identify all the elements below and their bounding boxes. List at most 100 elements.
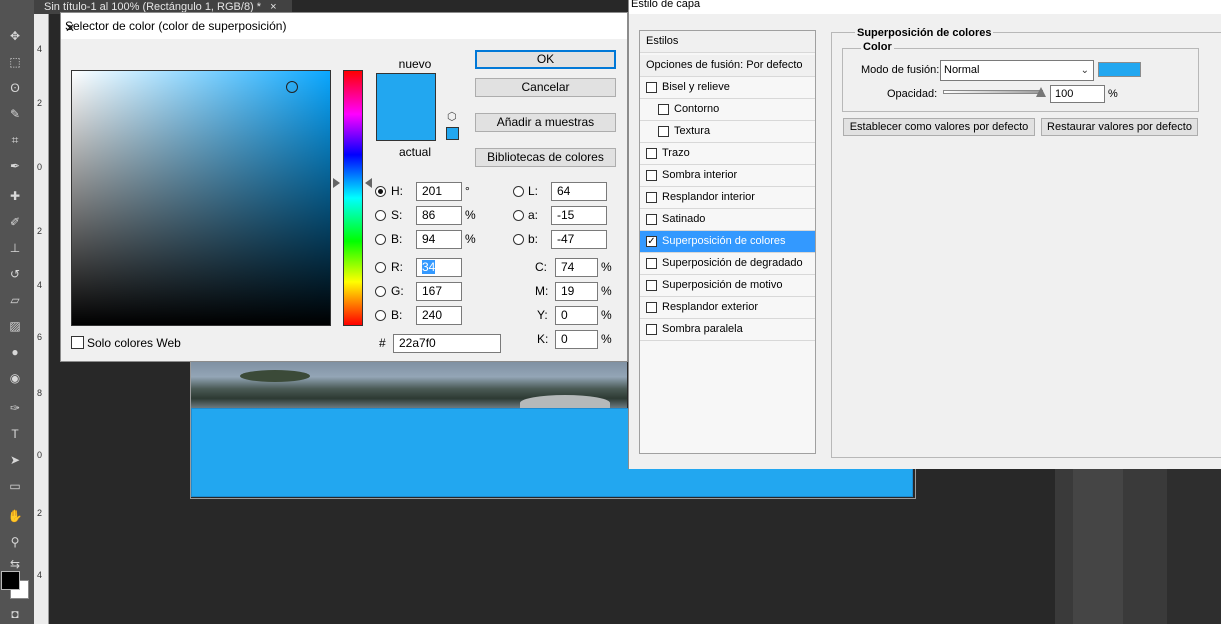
radio-brightness[interactable] [375, 234, 386, 245]
input-c[interactable]: 74 [555, 258, 598, 277]
brush-tool-icon[interactable]: ✐ [4, 212, 26, 232]
set-as-default-button[interactable]: Establecer como valores por defecto [843, 118, 1035, 136]
color-libraries-button[interactable]: Bibliotecas de colores [475, 148, 616, 167]
unit-h: ° [465, 184, 470, 198]
dialog-title: Estilo de capa [631, 0, 701, 10]
hand-tool-icon[interactable]: ✋ [4, 506, 26, 526]
blend-mode-select[interactable]: Normal ⌄ [940, 60, 1094, 81]
style-checkbox[interactable] [658, 126, 669, 137]
radio-l[interactable] [513, 186, 524, 197]
input-y[interactable]: 0 [555, 306, 598, 325]
field-row-hex: # 22a7f0 [379, 334, 504, 354]
style-item[interactable]: Bisel y relieve [640, 77, 815, 99]
saturation-brightness-field[interactable] [71, 70, 331, 326]
color-field-marker[interactable] [286, 81, 298, 93]
input-blue[interactable]: 240 [416, 306, 462, 325]
clone-stamp-tool-icon[interactable]: ⊥ [4, 238, 26, 258]
dodge-tool-icon[interactable]: ◉ [4, 368, 26, 388]
quick-select-tool-icon[interactable]: ✎ [4, 104, 26, 124]
style-item[interactable]: Sombra paralela [640, 319, 815, 341]
input-h[interactable]: 201 [416, 182, 462, 201]
style-item-label: Resplandor interior [662, 191, 755, 203]
style-item[interactable]: Superposición de degradado [640, 253, 815, 275]
style-item[interactable]: Satinado [640, 209, 815, 231]
gradient-tool-icon[interactable]: ▨ [4, 316, 26, 336]
style-checkbox[interactable] [646, 280, 657, 291]
style-checkbox[interactable]: ✓ [646, 236, 657, 247]
history-brush-tool-icon[interactable]: ↺ [4, 264, 26, 284]
lasso-tool-icon[interactable]: ʘ [4, 78, 26, 98]
radio-g[interactable] [375, 286, 386, 297]
input-m[interactable]: 19 [555, 282, 598, 301]
input-lab-b[interactable]: -47 [551, 230, 607, 249]
input-a[interactable]: -15 [551, 206, 607, 225]
style-item[interactable]: Resplandor interior [640, 187, 815, 209]
style-checkbox[interactable] [646, 214, 657, 225]
input-brightness[interactable]: 94 [416, 230, 462, 249]
zoom-tool-icon[interactable]: ⚲ [4, 532, 26, 552]
style-checkbox[interactable] [646, 148, 657, 159]
unit-y: % [601, 308, 612, 322]
input-hex[interactable]: 22a7f0 [393, 334, 501, 353]
style-item[interactable]: Superposición de motivo [640, 275, 815, 297]
cancel-button[interactable]: Cancelar [475, 78, 616, 97]
style-item[interactable]: Trazo [640, 143, 815, 165]
radio-a[interactable] [513, 210, 524, 221]
eyedropper-tool-icon[interactable]: ✒ [4, 156, 26, 176]
hue-slider[interactable] [343, 70, 363, 326]
opacity-slider[interactable] [943, 90, 1043, 94]
input-r-selected-text: 34 [422, 260, 436, 274]
web-safe-swatch-icon[interactable] [446, 127, 459, 140]
path-select-tool-icon[interactable]: ➤ [4, 450, 26, 470]
crop-tool-icon[interactable]: ⌗ [4, 130, 26, 150]
close-icon[interactable]: ✕ [65, 19, 621, 37]
move-tool-icon[interactable]: ✥ [4, 26, 26, 46]
style-checkbox[interactable] [658, 104, 669, 115]
opacity-slider-handle[interactable] [1036, 87, 1046, 97]
blending-options-item[interactable]: Opciones de fusión: Por defecto [640, 55, 815, 77]
overlay-color-swatch[interactable] [1098, 62, 1141, 77]
style-item[interactable]: Resplandor exterior [640, 297, 815, 319]
marquee-tool-icon[interactable]: ⬚ [4, 52, 26, 72]
radio-h[interactable] [375, 186, 386, 197]
quick-mask-icon[interactable]: ◘ [4, 604, 26, 624]
restore-default-button[interactable]: Restaurar valores por defecto [1041, 118, 1198, 136]
opacity-unit: % [1108, 88, 1118, 100]
input-l[interactable]: 64 [551, 182, 607, 201]
web-colors-only-checkbox[interactable] [71, 336, 84, 349]
radio-r[interactable] [375, 262, 386, 273]
input-g[interactable]: 167 [416, 282, 462, 301]
input-s[interactable]: 86 [416, 206, 462, 225]
foreground-color-swatch[interactable] [1, 571, 20, 590]
healing-brush-tool-icon[interactable]: ✚ [4, 186, 26, 206]
radio-s[interactable] [375, 210, 386, 221]
style-item[interactable]: Contorno [640, 99, 815, 121]
input-k[interactable]: 0 [555, 330, 598, 349]
radio-lab-b[interactable] [513, 234, 524, 245]
shape-tool-icon[interactable]: ▭ [4, 476, 26, 496]
pen-tool-icon[interactable]: ✑ [4, 398, 26, 418]
radio-blue[interactable] [375, 310, 386, 321]
style-item[interactable]: Sombra interior [640, 165, 815, 187]
ruler-tick-label: 4 [37, 570, 43, 580]
style-checkbox[interactable] [646, 324, 657, 335]
type-tool-icon[interactable]: T [4, 424, 26, 444]
hue-slider-right-arrow-icon[interactable] [365, 178, 372, 188]
style-checkbox[interactable] [646, 170, 657, 181]
style-checkbox[interactable] [646, 302, 657, 313]
opacity-input[interactable]: 100 [1050, 85, 1105, 103]
input-r[interactable]: 34 [416, 258, 462, 277]
label-m: M: [535, 284, 549, 298]
style-item[interactable]: ✓ Superposición de colores [640, 231, 815, 253]
out-of-gamut-cube-icon[interactable]: ⬡ [447, 111, 459, 123]
add-to-swatches-button[interactable]: Añadir a muestras [475, 113, 616, 132]
hue-slider-left-arrow-icon[interactable] [333, 178, 340, 188]
style-checkbox[interactable] [646, 192, 657, 203]
ok-button[interactable]: OK [475, 50, 616, 69]
style-checkbox[interactable] [646, 258, 657, 269]
blur-tool-icon[interactable]: ● [4, 342, 26, 362]
style-checkbox[interactable] [646, 82, 657, 93]
eraser-tool-icon[interactable]: ▱ [4, 290, 26, 310]
style-item[interactable]: Textura [640, 121, 815, 143]
styles-header[interactable]: Estilos [640, 31, 815, 53]
